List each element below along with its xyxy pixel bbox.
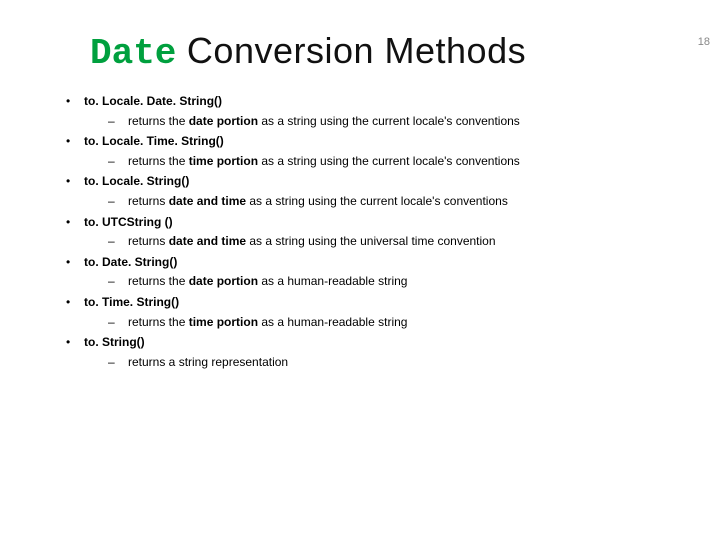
list-subitem: returns date and time as a string using … xyxy=(60,192,690,211)
list-item: to. String() xyxy=(60,333,690,352)
list-subitem: returns the date portion as a string usi… xyxy=(60,112,690,131)
list-item: to. UTCString () xyxy=(60,213,690,232)
list-subitem: returns the date portion as a human-read… xyxy=(60,272,690,291)
list-item: to. Time. String() xyxy=(60,293,690,312)
title-highlight: Date xyxy=(90,33,176,74)
slide-number: 18 xyxy=(698,36,710,48)
list-subitem: returns the time portion as a human-read… xyxy=(60,313,690,332)
list-item: to. Locale. String() xyxy=(60,172,690,191)
slide-title: Date Conversion Methods xyxy=(90,30,720,74)
title-rest: Conversion Methods xyxy=(176,30,526,71)
list-item: to. Date. String() xyxy=(60,253,690,272)
list-subitem: returns a string representation xyxy=(60,353,690,372)
list-subitem: returns date and time as a string using … xyxy=(60,232,690,251)
list-item: to. Locale. Time. String() xyxy=(60,132,690,151)
list-item: to. Locale. Date. String() xyxy=(60,92,690,111)
list-subitem: returns the time portion as a string usi… xyxy=(60,152,690,171)
content-area: to. Locale. Date. String() returns the d… xyxy=(60,92,690,371)
